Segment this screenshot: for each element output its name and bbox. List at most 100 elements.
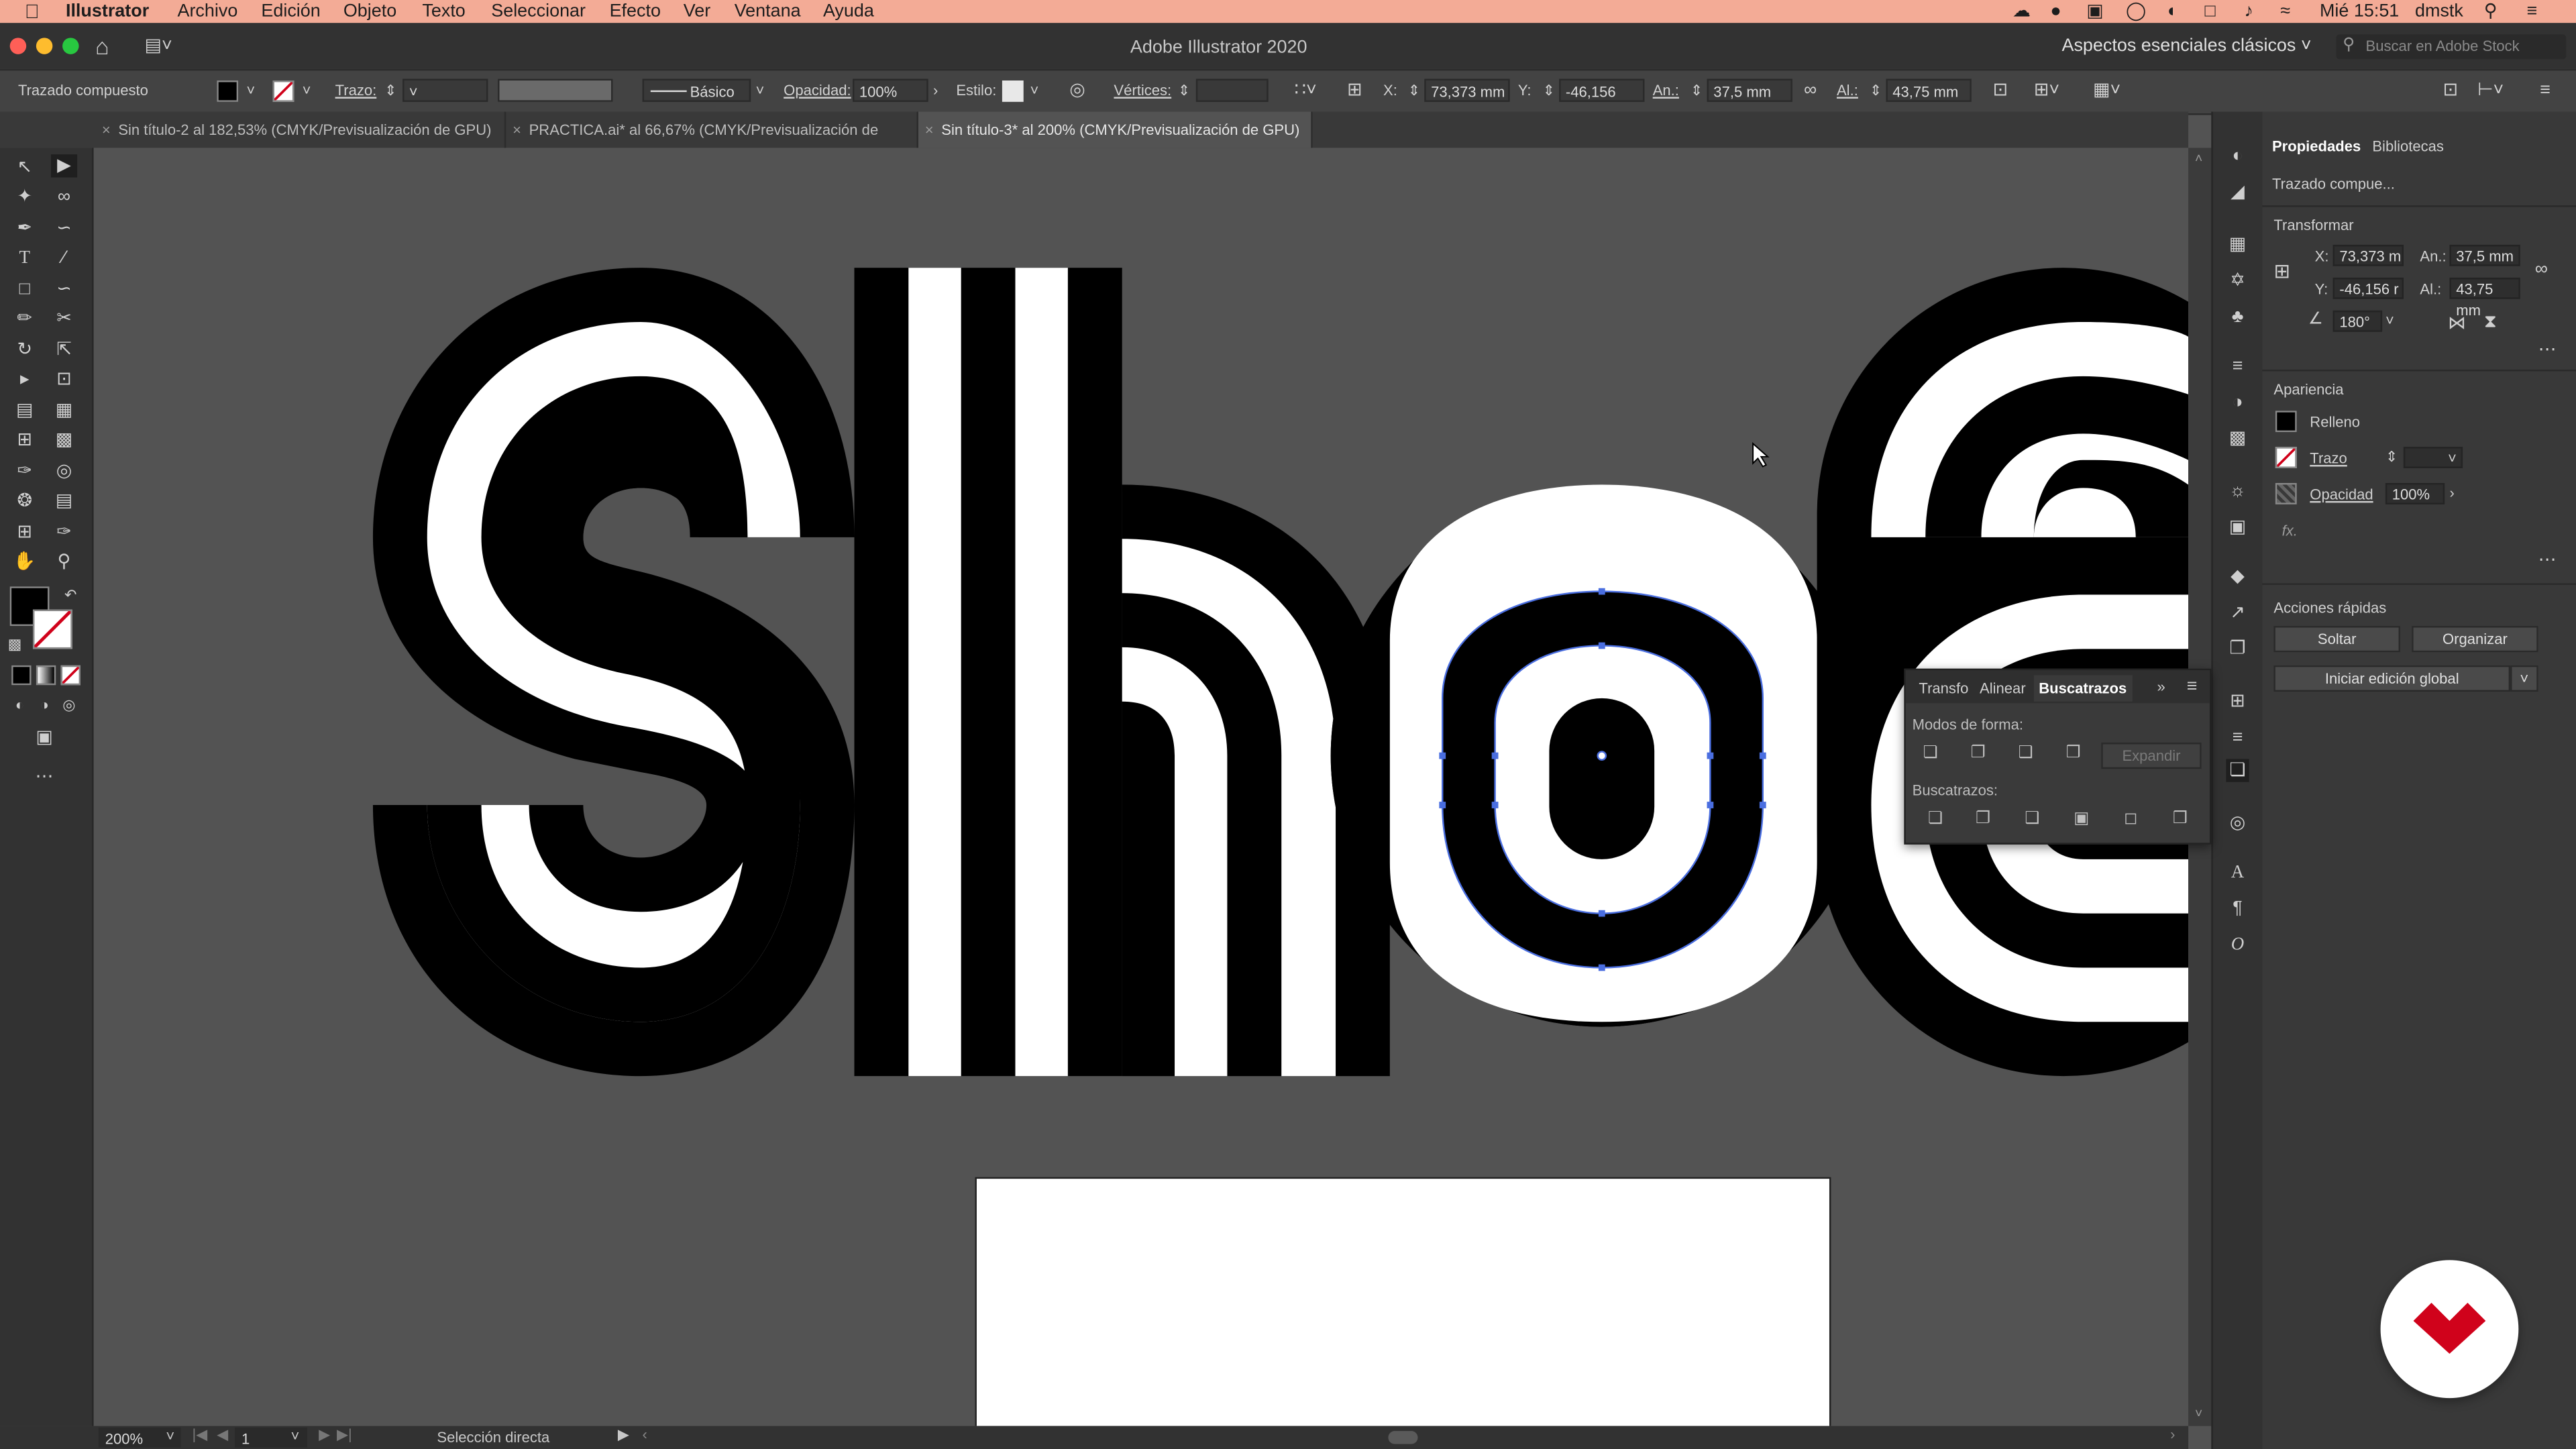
hand-tool-icon[interactable]: ✋ [11, 550, 38, 573]
eyedropper-tool-icon[interactable]: ✑ [11, 460, 38, 483]
last-artboard-icon[interactable]: ▶| [337, 1426, 352, 1444]
outline-icon[interactable]: ◻ [2119, 810, 2142, 829]
spotlight-icon[interactable]: ⚲ [2484, 0, 2498, 23]
panel-menu-icon[interactable]: ≡ [2540, 80, 2551, 102]
swap-fill-stroke-icon[interactable]: ↶ [58, 583, 84, 606]
menu-archivo[interactable]: Archivo [177, 0, 237, 23]
expand-button[interactable]: Expandir [2101, 742, 2202, 769]
curvature-tool-icon[interactable]: ∽ [51, 217, 77, 239]
artboards-icon[interactable]: ❐ [2226, 637, 2249, 660]
height-label[interactable]: Al.: [1837, 80, 1858, 102]
color-mode-icon[interactable] [11, 665, 32, 686]
appearance-stroke-swatch[interactable] [2275, 447, 2297, 468]
export-icon[interactable]: ↗ [2226, 601, 2249, 624]
width-field[interactable]: 37,5 mm [1707, 78, 1792, 102]
minus-front-icon[interactable]: ❐ [1966, 744, 1989, 763]
color-panel-icon[interactable]: ◢ [2226, 180, 2249, 203]
menu-seleccionar[interactable]: Seleccionar [491, 0, 586, 23]
tab-properties[interactable]: Propiedades [2272, 138, 2361, 154]
menu-objeto[interactable]: Objeto [343, 0, 396, 23]
prop-y-field[interactable]: -46,156 r [2332, 277, 2404, 299]
stroke-label[interactable]: Trazo: [335, 80, 377, 102]
scroll-left-icon[interactable]: ‹ [643, 1426, 647, 1442]
minus-back-icon[interactable]: ❒ [2169, 810, 2192, 829]
apple-icon[interactable]:  [25, 0, 40, 23]
menu-edicion[interactable]: Edición [261, 0, 320, 23]
unite-icon[interactable]: ❏ [1919, 744, 1941, 763]
opacity-field[interactable]: 100% [853, 78, 928, 102]
brushes-icon[interactable]: ✡ [2226, 270, 2249, 292]
merge-icon[interactable]: ❑ [2021, 810, 2043, 829]
recolor-artwork-icon[interactable]: ◎ [1069, 80, 1085, 102]
status-menu-icon[interactable]: ▶ [618, 1426, 629, 1444]
intersect-icon[interactable]: ❑ [2014, 744, 2037, 763]
symbols-icon[interactable]: ♣ [2226, 306, 2249, 329]
width-stepper[interactable]: ⇕ [1690, 80, 1703, 102]
appearance-fill-swatch[interactable] [2275, 411, 2297, 433]
y-stepper[interactable]: ⇕ [1543, 80, 1555, 102]
pen-tool-icon[interactable]: ✒ [11, 217, 38, 239]
rotate-tool-icon[interactable]: ↻ [11, 338, 38, 361]
global-edit-dropdown-button[interactable]: ˅ [2510, 665, 2538, 692]
character-icon[interactable]: A [2226, 861, 2249, 883]
workspace-switcher[interactable]: Aspectos esenciales clásicos ˅ [2061, 36, 2311, 56]
height-stepper[interactable]: ⇕ [1870, 80, 1882, 102]
vertices-label[interactable]: Vértices: [1114, 80, 1171, 102]
close-tab-icon[interactable]: × [102, 112, 111, 148]
control-center-icon[interactable]: ≡ [2527, 0, 2538, 23]
opacity-label[interactable]: Opacidad: [784, 80, 851, 102]
status-app-icon-2[interactable]: ▣ [2086, 0, 2103, 23]
tab-align[interactable]: Alinear [1980, 680, 2026, 696]
menu-ver[interactable]: Ver [684, 0, 710, 23]
rotate-angle-field[interactable]: 180° [2332, 310, 2383, 332]
status-app-icon-4[interactable]: ◖ [2165, 0, 2176, 23]
gradient-panel-icon[interactable]: ▩ [2226, 427, 2249, 450]
stroke-weight-stepper[interactable]: ⇕ [384, 80, 396, 102]
artboard[interactable] [975, 1177, 1831, 1426]
previous-artboard-icon[interactable]: ◀ [217, 1426, 228, 1444]
fill-swatch[interactable] [217, 80, 239, 102]
stroke-dropdown-icon[interactable]: ˅ [303, 80, 311, 102]
collapse-panel-icon[interactable]: » [2157, 678, 2165, 694]
status-app-icon-3[interactable]: ◯ [2126, 0, 2146, 23]
artboard-tool-icon[interactable]: ⊞ [11, 521, 38, 543]
width-label[interactable]: An.: [1653, 80, 1679, 102]
direct-selection-tool-icon[interactable]: ▶ [50, 154, 78, 178]
menu-ventana[interactable]: Ventana [735, 0, 801, 23]
x-field[interactable]: 73,373 mm [1424, 78, 1510, 102]
scroll-right-icon[interactable]: › [2170, 1426, 2175, 1442]
stroke-panel-icon[interactable]: ≡ [2226, 355, 2249, 378]
vertices-field[interactable] [1195, 78, 1269, 102]
graphic-styles-icon[interactable]: ▣ [2226, 516, 2249, 539]
stroke-color-swatch[interactable] [32, 609, 72, 649]
appearance-opacity-field[interactable]: 100% [2385, 483, 2445, 504]
edit-toolbar-icon[interactable]: ⋯ [32, 765, 58, 788]
draw-inside-icon[interactable]: ◎ [56, 693, 82, 716]
mesh-tool-icon[interactable]: ⊞ [11, 429, 38, 451]
paintbrush-tool-icon[interactable]: ∽ [51, 278, 77, 301]
more-appearance-options-icon[interactable]: ⋯ [2538, 549, 2557, 570]
brush-dropdown-icon[interactable]: ˅ [756, 80, 765, 102]
artboard-dropdown-icon[interactable]: ˅ [290, 1428, 299, 1444]
gradient-tool-icon[interactable]: ▩ [51, 429, 77, 451]
user-name[interactable]: dmstk [2415, 0, 2463, 23]
line-tool-icon[interactable]: ∕ [51, 246, 77, 269]
stroke-weight-stepper-icon[interactable]: ⇕ [2385, 449, 2398, 467]
tab-libraries[interactable]: Bibliotecas [2372, 138, 2444, 154]
fill-dropdown-icon[interactable]: ˅ [246, 80, 255, 102]
opacity-arrow-icon[interactable]: › [2449, 484, 2454, 500]
shoe-artwork[interactable] [94, 148, 2189, 1426]
volume-icon[interactable]: ♪ [2244, 0, 2253, 23]
scissors-tool-icon[interactable]: ✂ [51, 307, 77, 330]
stroke-weight-field[interactable]: ˅ [402, 78, 488, 102]
close-window-button[interactable] [9, 38, 27, 54]
menu-ayuda[interactable]: Ayuda [823, 0, 874, 23]
pencil-tool-icon[interactable]: ✏ [11, 307, 38, 330]
tab-document-2[interactable]: × PRACTICA.ai* al 66,67% (CMYK/Previsuali… [506, 111, 918, 174]
stock-search-input[interactable]: ⚲ Buscar en Adobe Stock [2336, 34, 2567, 60]
lasso-icon[interactable]: ∞ [51, 186, 77, 209]
angle-dropdown-icon[interactable]: ˅ [2385, 312, 2394, 328]
letter-s-artwork[interactable] [372, 268, 855, 1077]
stroke-weight-dropdown-icon[interactable]: ˅ [2448, 450, 2457, 466]
start-global-edit-button[interactable]: Iniciar edición global [2273, 665, 2511, 692]
